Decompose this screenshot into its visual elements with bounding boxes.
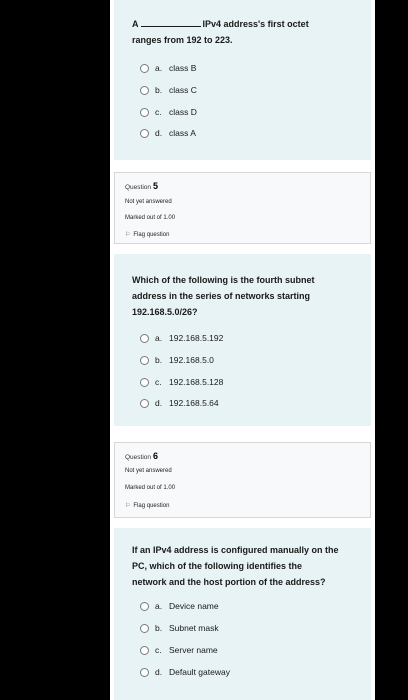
question-6-info: Question 6 Not yet answered Marked out of… (114, 442, 371, 518)
option-c[interactable]: c. class D (140, 106, 197, 118)
radio-button[interactable] (140, 398, 149, 408)
option-c[interactable]: c. Server name (140, 644, 218, 656)
radio-button[interactable] (140, 667, 149, 677)
answer-status: Not yet answered (125, 199, 172, 205)
question-number-value: 5 (153, 181, 159, 191)
option-c[interactable]: c. 192.168.5.128 (140, 376, 223, 388)
option-text: class B (169, 63, 197, 73)
option-letter: d. (155, 398, 163, 408)
option-letter: c. (155, 377, 162, 387)
question-5-line2: address in the series of networks starti… (132, 291, 311, 301)
radio-button[interactable] (140, 601, 149, 611)
question-number-value: 6 (153, 451, 159, 461)
marks-text: Marked out of 1.00 (125, 215, 176, 221)
question-label: Question (125, 454, 152, 461)
flag-icon: ⚐ (125, 232, 131, 238)
option-text: Subnet mask (169, 623, 219, 633)
option-text: 192.168.5.128 (169, 377, 224, 387)
flag-question-label: Flag question (133, 503, 170, 509)
question-4-text: A IPv4 address's first octet ranges from … (132, 16, 363, 48)
option-letter: d. (155, 128, 163, 138)
option-letter: c. (155, 645, 162, 655)
flag-question-label: Flag question (133, 232, 170, 238)
option-d[interactable]: d. 192.168.5.64 (140, 397, 219, 409)
flag-question-link[interactable]: ⚐ Flag question (125, 502, 169, 509)
option-letter: b. (155, 85, 163, 95)
option-b[interactable]: b. 192.168.5.0 (140, 354, 214, 366)
option-a[interactable]: a. 192.168.5.192 (140, 332, 223, 344)
option-letter: a. (155, 63, 163, 73)
question-5-line3: 192.168.5.0/26? (132, 307, 198, 317)
question-5-line1: Which of the following is the fourth sub… (132, 275, 315, 285)
option-letter: d. (155, 667, 163, 677)
option-a[interactable]: a. Device name (140, 600, 219, 612)
option-text: class A (169, 128, 196, 138)
option-text: Default gateway (169, 667, 230, 677)
option-text: class D (169, 107, 197, 117)
option-text: 192.168.5.192 (169, 333, 224, 343)
option-letter: b. (155, 623, 163, 633)
option-text: class C (169, 85, 197, 95)
radio-button[interactable] (140, 63, 149, 73)
radio-button[interactable] (140, 85, 149, 95)
marks-text: Marked out of 1.00 (125, 485, 176, 491)
question-label: Question (125, 184, 152, 191)
option-text: 192.168.5.0 (169, 355, 214, 365)
question-6-line2: PC, which of the following identifies th… (132, 561, 302, 571)
question-number: Question 5 (125, 181, 158, 191)
radio-button[interactable] (140, 333, 149, 343)
option-d[interactable]: d. Default gateway (140, 666, 230, 678)
option-letter: b. (155, 355, 163, 365)
radio-button[interactable] (140, 623, 149, 633)
option-letter: a. (155, 601, 163, 611)
question-5-text: Which of the following is the fourth sub… (132, 272, 363, 320)
question-4-card: A IPv4 address's first octet ranges from … (114, 0, 371, 160)
question-6-text: If an IPv4 address is configured manuall… (132, 542, 363, 590)
option-d[interactable]: d. class A (140, 127, 196, 139)
option-b[interactable]: b. class C (140, 84, 197, 96)
flag-question-link[interactable]: ⚐ Flag question (125, 231, 169, 238)
option-letter: a. (155, 333, 163, 343)
quiz-page: A IPv4 address's first octet ranges from … (110, 0, 375, 700)
flag-icon: ⚐ (125, 503, 131, 509)
option-text: Device name (169, 601, 219, 611)
question-6-line1: If an IPv4 address is configured manuall… (132, 545, 339, 555)
option-text: 192.168.5.64 (169, 398, 219, 408)
question-5-info: Question 5 Not yet answered Marked out of… (114, 172, 371, 244)
option-a[interactable]: a. class B (140, 62, 196, 74)
option-b[interactable]: b. Subnet mask (140, 622, 219, 634)
question-6-card: If an IPv4 address is configured manuall… (114, 528, 371, 700)
radio-button[interactable] (140, 128, 149, 138)
radio-button[interactable] (140, 107, 149, 117)
question-4-prefix: A (132, 19, 139, 29)
question-4-suffix: IPv4 address's first octet (202, 19, 309, 29)
question-5-card: Which of the following is the fourth sub… (114, 254, 371, 426)
answer-status: Not yet answered (125, 468, 172, 474)
radio-button[interactable] (140, 355, 149, 365)
radio-button[interactable] (140, 645, 149, 655)
option-letter: c. (155, 107, 162, 117)
question-number: Question 6 (125, 451, 158, 461)
option-text: Server name (169, 645, 218, 655)
question-6-line3: network and the host portion of the addr… (132, 577, 326, 587)
question-4-line2: ranges from 192 to 223. (132, 35, 233, 45)
fill-in-blank (140, 18, 201, 27)
radio-button[interactable] (140, 377, 149, 387)
